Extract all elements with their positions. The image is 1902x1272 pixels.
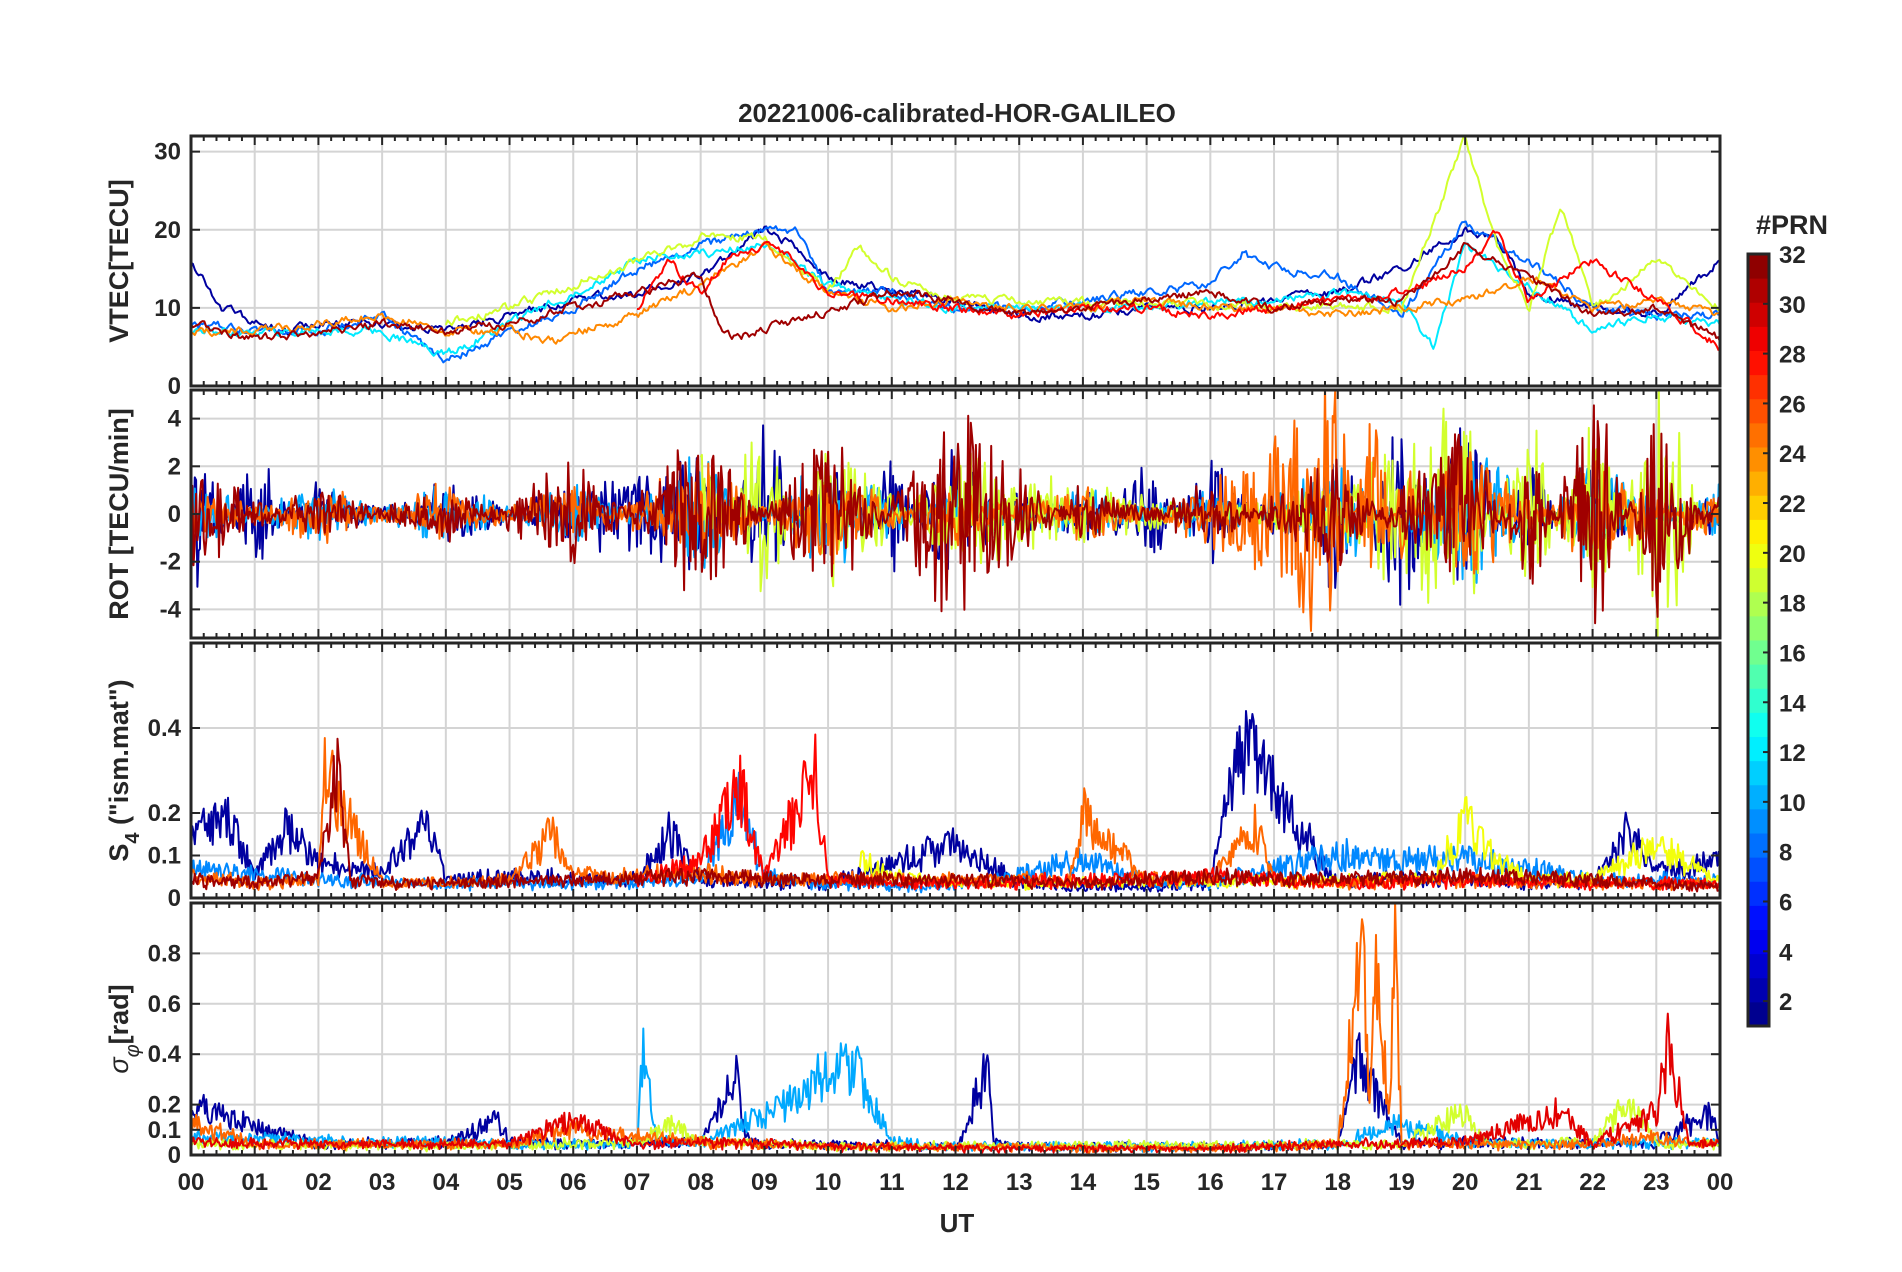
colorbar-segment (1748, 302, 1769, 327)
colorbar-segment (1748, 519, 1769, 544)
y-tick-label: 0.2 (148, 800, 181, 827)
y-tick-label: 0 (168, 373, 181, 400)
y-tick-label: 0.8 (148, 940, 181, 967)
y-tick-label: 0.6 (148, 991, 181, 1018)
x-tick-label: 12 (942, 1169, 969, 1196)
x-tick-label: 15 (1133, 1169, 1160, 1196)
x-tick-label: 08 (687, 1169, 714, 1196)
x-tick-label: 17 (1261, 1169, 1288, 1196)
y-axis-label: VTEC[TECU] (104, 179, 134, 343)
x-tick-label: 04 (432, 1169, 459, 1196)
colorbar-segment (1748, 615, 1769, 641)
y-tick-label: 0.4 (148, 715, 182, 742)
x-tick-label: 05 (496, 1169, 523, 1196)
colorbar-tick-label: 8 (1779, 840, 1792, 867)
colorbar-segment (1748, 688, 1769, 713)
x-tick-label: 11 (879, 1169, 904, 1196)
colorbar-segment (1748, 471, 1769, 496)
colorbar-tick-label: 18 (1779, 591, 1806, 618)
colorbar-segment (1748, 760, 1769, 786)
y-tick-label: 4 (168, 406, 182, 433)
colorbar-tick-label: 30 (1779, 292, 1806, 319)
x-tick-label: 21 (1516, 1169, 1543, 1196)
colorbar-label: #PRN (1756, 210, 1828, 240)
colorbar-segment (1748, 447, 1769, 472)
colorbar-segment (1748, 784, 1769, 810)
colorbar-segment (1748, 567, 1769, 593)
x-tick-label: 23 (1643, 1169, 1670, 1196)
y-tick-label: -2 (160, 549, 181, 576)
y-tick-label: 10 (154, 295, 181, 322)
y-tick-label: 0.2 (148, 1092, 181, 1119)
colorbar-tick-label: 16 (1779, 640, 1806, 667)
y-axis-label: ROT [TECU/min] (104, 408, 134, 619)
x-tick-label: 02 (305, 1169, 332, 1196)
y-tick-label: 0.4 (148, 1041, 182, 1068)
colorbar-segment (1748, 422, 1769, 448)
colorbar-tick-label: 2 (1779, 989, 1792, 1016)
x-tick-label: 07 (624, 1169, 651, 1196)
x-tick-label: 09 (751, 1169, 778, 1196)
x-tick-label: 22 (1579, 1169, 1606, 1196)
colorbar-tick-label: 20 (1779, 541, 1806, 568)
x-tick-label: 19 (1388, 1169, 1415, 1196)
figure: 20221006-calibrated-HOR-GALILEO 0102030V… (0, 0, 1902, 1272)
colorbar-segment (1748, 953, 1769, 979)
colorbar-tick-label: 12 (1779, 740, 1806, 767)
colorbar-segment (1748, 808, 1769, 834)
colorbar-segment (1748, 374, 1769, 400)
colorbar-segment (1748, 543, 1769, 569)
colorbar-tick-label: 6 (1779, 889, 1792, 916)
x-tick-label: 03 (369, 1169, 396, 1196)
x-tick-label: 06 (560, 1169, 587, 1196)
colorbar-segment (1748, 736, 1769, 762)
y-tick-label: 2 (168, 453, 181, 480)
colorbar-segment (1748, 712, 1769, 737)
chart-title: 20221006-calibrated-HOR-GALILEO (738, 98, 1176, 128)
y-tick-label: 20 (154, 217, 181, 244)
colorbar-tick-label: 4 (1779, 939, 1793, 966)
y-tick-label: 0 (168, 501, 181, 528)
colorbar-segment (1748, 857, 1769, 882)
colorbar-tick-label: 24 (1779, 441, 1806, 468)
x-tick-label: 00 (178, 1169, 205, 1196)
colorbar-tick-label: 14 (1779, 690, 1806, 717)
y-tick-label: 0 (168, 885, 181, 912)
x-tick-label: 00 (1707, 1169, 1734, 1196)
colorbar-segment (1748, 254, 1769, 279)
y-tick-label: 0 (168, 1142, 181, 1169)
x-tick-label: 20 (1452, 1169, 1479, 1196)
figure-background (0, 0, 1902, 1272)
y-tick-label: 0.1 (148, 1117, 181, 1144)
colorbar-segment (1748, 326, 1769, 351)
colorbar-segment (1748, 977, 1769, 1003)
colorbar-segment (1748, 278, 1769, 303)
x-tick-label: 14 (1070, 1169, 1097, 1196)
colorbar-segment (1748, 664, 1769, 689)
colorbar-segment (1748, 905, 1769, 930)
colorbar-tick-label: 10 (1779, 790, 1806, 817)
x-tick-label: 18 (1324, 1169, 1351, 1196)
colorbar-tick-label: 22 (1779, 491, 1806, 518)
colorbar-tick-label: 26 (1779, 391, 1806, 418)
colorbar-segment (1748, 1001, 1769, 1027)
y-tick-label: -4 (160, 596, 182, 623)
colorbar-tick-label: 32 (1779, 242, 1806, 269)
colorbar-segment (1748, 495, 1769, 520)
x-tick-label: 01 (241, 1169, 268, 1196)
colorbar-tick-label: 28 (1779, 342, 1806, 369)
y-tick-label: 30 (154, 139, 181, 166)
x-axis-label: UT (940, 1208, 975, 1238)
x-tick-label: 13 (1006, 1169, 1033, 1196)
x-tick-label: 10 (815, 1169, 842, 1196)
y-tick-label: 0.1 (148, 843, 181, 870)
colorbar-segment (1748, 591, 1769, 617)
x-tick-label: 16 (1197, 1169, 1224, 1196)
colorbar-segment (1748, 833, 1769, 858)
